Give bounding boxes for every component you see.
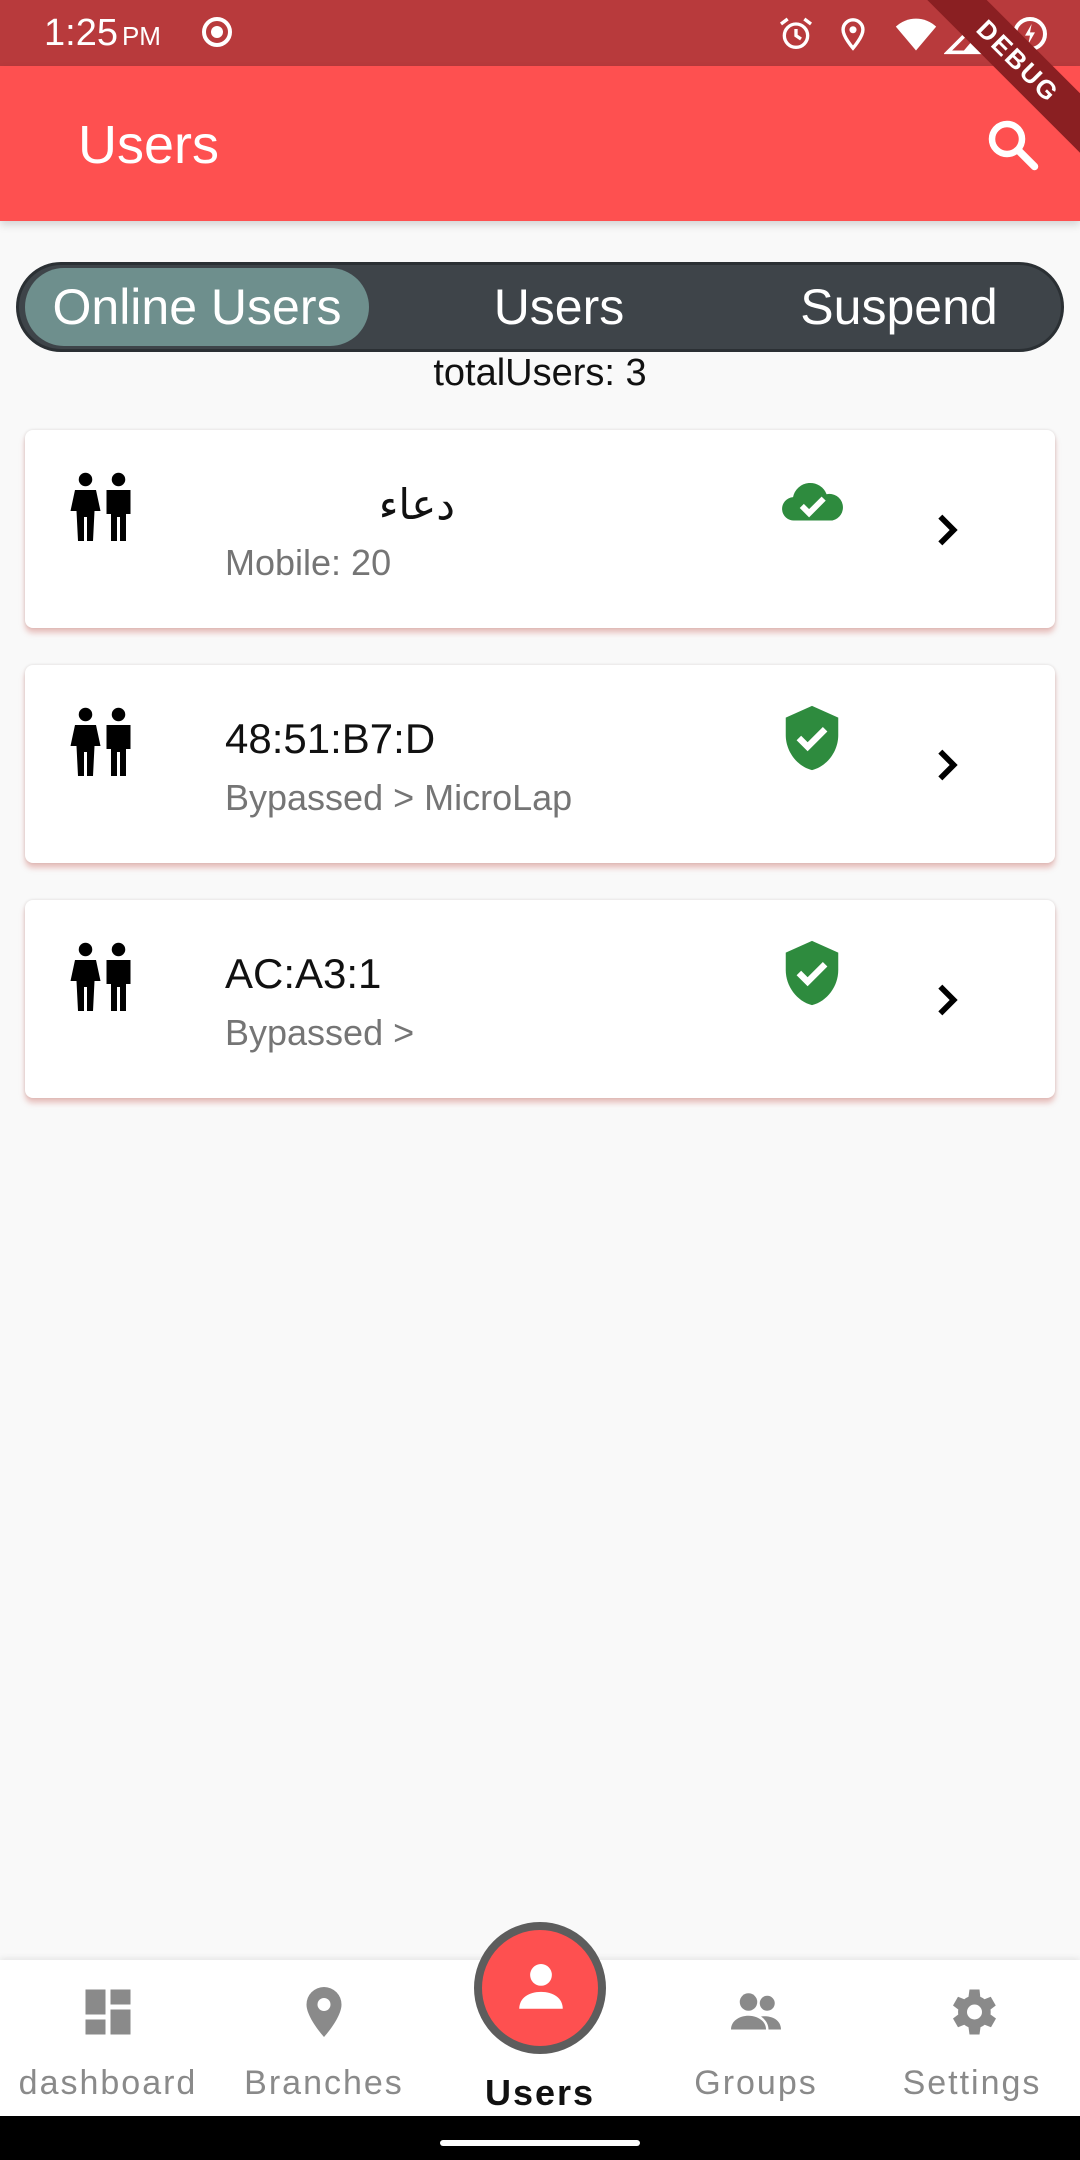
status-time-value: 1:25 [44, 12, 118, 54]
tab-users[interactable]: Users [399, 268, 719, 346]
recording-icon [202, 17, 232, 47]
user-card[interactable]: دعاء Mobile: 20 [25, 430, 1055, 628]
shield-check-icon [785, 940, 839, 1006]
chevron-right-icon [938, 514, 958, 546]
users-active-nav-button[interactable] [474, 1922, 606, 2054]
nav-dashboard[interactable]: dashboard [0, 1960, 216, 2116]
search-icon [988, 120, 1039, 171]
user-subtitle: Bypassed > [225, 1012, 415, 1053]
nav-groups[interactable]: Groups [648, 1960, 864, 2116]
total-users-count: totalUsers: 3 [433, 352, 647, 394]
user-subtitle: Bypassed > MicroLap [225, 777, 573, 818]
person-icon [519, 1964, 563, 2009]
page-title: Users [78, 115, 220, 175]
chevron-right-icon [938, 984, 958, 1016]
chevron-right-icon [938, 749, 958, 781]
system-navigation-bar [0, 2116, 1080, 2160]
nav-branches[interactable]: Branches [216, 1960, 432, 2116]
gesture-handle[interactable] [440, 2140, 640, 2146]
people-icon [70, 942, 131, 1011]
dashboard-icon [85, 1989, 131, 2035]
shield-check-icon [785, 705, 839, 771]
app-bar: Users [0, 66, 1080, 221]
user-card[interactable]: AC:A3:1 Bypassed > [25, 900, 1055, 1098]
status-time: 1:25 PM [44, 12, 161, 55]
user-name: دعاء [378, 481, 455, 528]
nav-settings-label: Settings [902, 2064, 1042, 2102]
nav-users-label: Users [484, 2072, 596, 2113]
alarm-icon [780, 17, 812, 49]
status-bar: 1:25 PM [0, 0, 1080, 66]
location-status-icon [841, 18, 865, 51]
cloud-check-icon [782, 482, 843, 521]
people-icon [70, 707, 131, 776]
user-name: 48:51:B7:D [225, 715, 436, 762]
user-filter-tabs: Online Users Users Suspend [16, 262, 1064, 352]
user-card[interactable]: 48:51:B7:D Bypassed > MicroLap [25, 665, 1055, 863]
nav-dashboard-label: dashboard [18, 2064, 198, 2102]
tab-suspend[interactable]: Suspend [739, 268, 1059, 346]
tab-online-users[interactable]: Online Users [25, 268, 369, 346]
nav-branches-label: Branches [244, 2064, 404, 2102]
nav-settings[interactable]: Settings [864, 1960, 1080, 2116]
status-time-ampm: PM [121, 21, 161, 51]
gear-icon [953, 1989, 996, 2035]
user-subtitle: Mobile: 20 [225, 542, 392, 583]
location-pin-icon [306, 1987, 342, 2037]
search-button[interactable] [982, 114, 1042, 174]
people-icon [70, 472, 131, 541]
groups-icon [731, 1993, 781, 2030]
wifi-icon [895, 18, 937, 51]
nav-groups-label: Groups [694, 2064, 818, 2102]
user-name: AC:A3:1 [225, 950, 382, 997]
